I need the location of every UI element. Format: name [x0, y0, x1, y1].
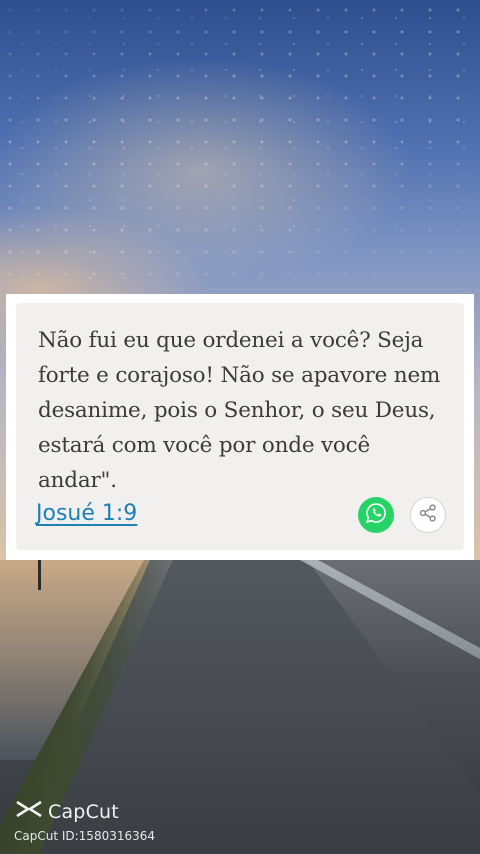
whatsapp-share-button[interactable] [358, 497, 394, 533]
verse-text: Não fui eu que ordenei a você? Seja fort… [38, 328, 441, 493]
pole [38, 560, 41, 590]
whatsapp-icon [365, 502, 387, 529]
verse-card: Não fui eu que ordenei a você? Seja fort… [6, 294, 474, 560]
clouds [0, 0, 480, 300]
verse-reference-link[interactable]: Josué 1:9 [36, 501, 137, 526]
verse-card-inner: Não fui eu que ordenei a você? Seja fort… [16, 303, 464, 550]
capcut-id-text: CapCut ID:1580316364 [14, 829, 156, 843]
share-icon [417, 502, 439, 529]
share-button[interactable] [410, 497, 446, 533]
capcut-logo-icon [14, 798, 44, 825]
capcut-watermark: CapCut CapCut ID:1580316364 [14, 798, 156, 844]
capcut-brand-text: CapCut [48, 800, 119, 823]
